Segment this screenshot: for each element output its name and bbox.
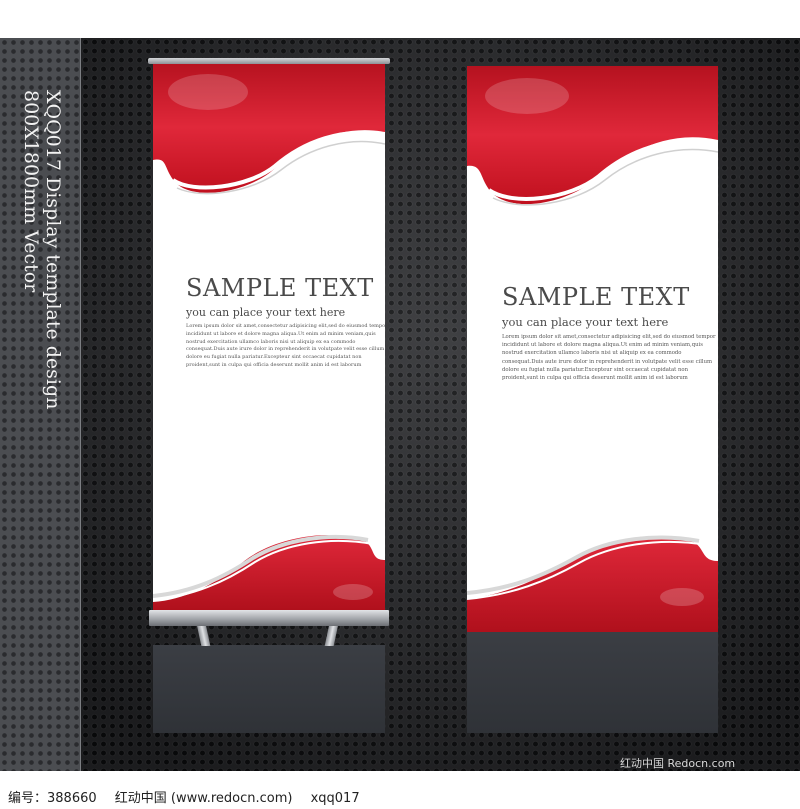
caption-line-2: 800X1800mm Vector (20, 90, 42, 293)
body-line: Lorem ipsum dolor sit amet,consectetur a… (186, 323, 385, 329)
stand-shadow-right (467, 632, 718, 733)
body-line: nostrud exercitation ullamco laboris nis… (502, 350, 682, 357)
banner-body-text: Lorem ipsum dolor sit amet,consectetur a… (467, 333, 718, 382)
banner-top-bar (148, 58, 390, 64)
bottom-wave-graphic (467, 535, 718, 632)
footer-id: 编号：388660 (8, 791, 97, 806)
side-caption-panel: XQQ017 Display template design 800X1800m… (0, 38, 81, 771)
banner-left-content: SAMPLE TEXT you can place your text here… (153, 274, 385, 370)
body-line: dolore eu fugiat nulla pariatur.Excepteu… (502, 366, 688, 373)
banner-left: SAMPLE TEXT you can place your text here… (153, 62, 385, 610)
banner-right-content: SAMPLE TEXT you can place your text here… (467, 283, 718, 382)
body-line: nostrud exercitation ullamco laboris nis… (186, 338, 356, 345)
body-line: consequat.Duis aute irure dolor in repre… (186, 346, 385, 353)
bottom-wave-graphic (153, 534, 385, 610)
body-line: incididunt ut labore et dolore magna ali… (186, 330, 376, 337)
body-line: Lorem ipsum dolor sit amet,consectetur a… (502, 334, 716, 340)
footer-author: xqq017 (310, 791, 360, 806)
body-line: proident,sunt in culpa qui officia deser… (502, 375, 688, 382)
body-line: proident,sunt in culpa qui officia deser… (186, 361, 362, 368)
banner-stand-base (149, 610, 389, 626)
footer-site: 红动中国 (www.redocn.com) (114, 791, 293, 806)
top-wave-graphic (467, 66, 718, 206)
banner-subtitle: you can place your text here (502, 315, 669, 329)
banner-title: SAMPLE TEXT (502, 283, 690, 311)
watermark: 红动中国 Redocn.com (620, 757, 736, 770)
banner-body-text: Lorem ipsum dolor sit amet,consectetur a… (153, 323, 385, 370)
footer-bar: 编号：388660 红动中国 (www.redocn.com) xqq017 (0, 783, 800, 809)
caption-line-1: XQQ017 Display template design (42, 90, 64, 410)
top-wave-graphic (153, 62, 385, 195)
banner-subtitle: you can place your text here (186, 306, 346, 319)
banner-title: SAMPLE TEXT (186, 274, 374, 302)
banner-right: SAMPLE TEXT you can place your text here… (467, 66, 718, 632)
body-line: incididunt ut labore et dolore magna ali… (502, 342, 703, 349)
side-caption: XQQ017 Display template design 800X1800m… (20, 90, 64, 409)
body-line: dolore eu fugiat nulla pariatur.Excepteu… (186, 354, 362, 361)
stand-shadow-left (153, 645, 385, 733)
body-line: consequat.Duis aute irure dolor in repre… (502, 358, 713, 365)
